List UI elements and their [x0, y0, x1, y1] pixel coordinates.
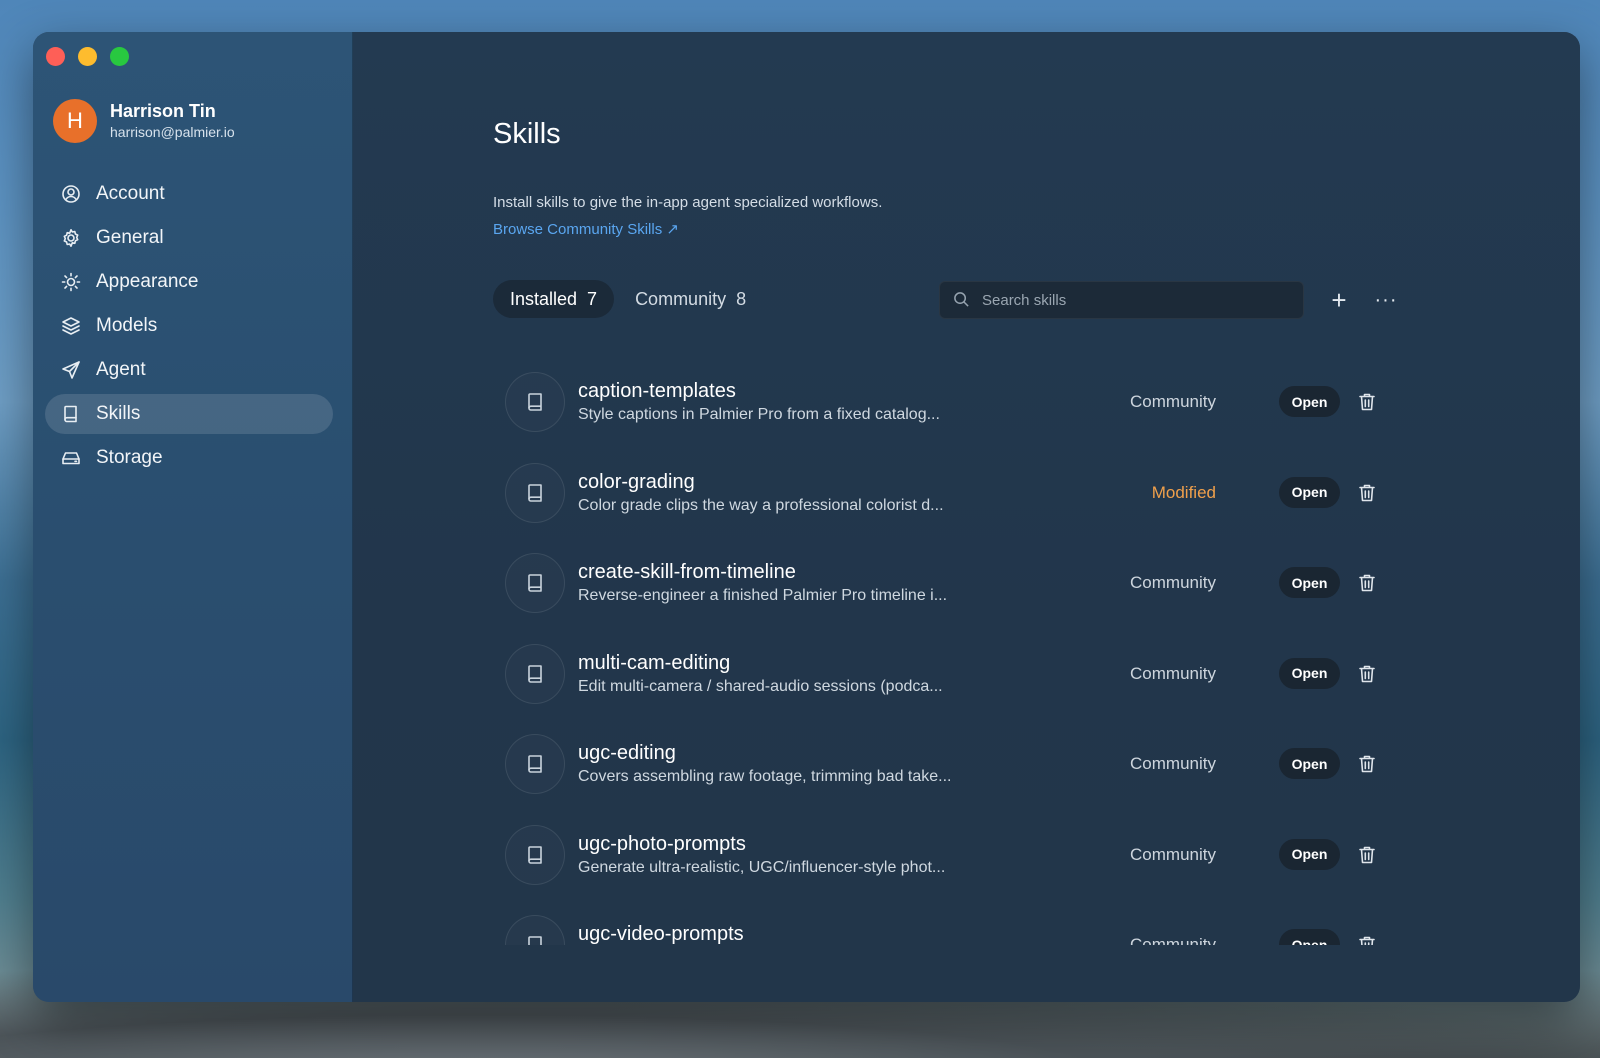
skill-name: multi-cam-editing	[578, 651, 731, 674]
account-icon	[60, 183, 82, 205]
sidebar-item-label: Models	[96, 315, 158, 336]
open-skill-button[interactable]: Open	[1279, 929, 1340, 945]
skill-row[interactable]: multi-cam-editing Edit multi-camera / sh…	[493, 634, 1403, 725]
open-skill-button[interactable]: Open	[1279, 748, 1340, 779]
skill-name: ugc-video-prompts	[578, 923, 744, 945]
trash-icon[interactable]	[1357, 844, 1377, 866]
tab-label: Installed	[510, 288, 578, 309]
skill-name: caption-templates	[578, 380, 736, 402]
sidebar-item-storage[interactable]: Storage	[45, 438, 333, 478]
search-input[interactable]	[980, 290, 1284, 310]
sidebar: H Harrison Tin harrison@palmier.io Accou…	[33, 32, 353, 1002]
sidebar-item-account[interactable]: Account	[45, 174, 333, 214]
sidebar-item-agent[interactable]: Agent	[45, 350, 333, 390]
user-name: Harrison Tin	[110, 101, 216, 121]
skill-source-badge: Community	[1130, 663, 1216, 683]
skills-tabs: Installed 7 Community 8	[493, 280, 767, 318]
trash-icon[interactable]	[1357, 482, 1377, 504]
open-skill-button[interactable]: Open	[1279, 657, 1340, 689]
skill-source-badge: Community	[1130, 754, 1216, 773]
skill-description: Covers assembling raw footage, trimming …	[578, 768, 952, 785]
tab-installed[interactable]: Installed 7	[493, 280, 615, 318]
main-panel: Skills Install skills to give the in-app…	[353, 32, 1580, 1002]
avatar: H	[53, 99, 97, 143]
skill-source-badge: Community	[1130, 844, 1216, 864]
skill-row[interactable]: create-skill-from-timeline Reverse-engin…	[493, 543, 1403, 634]
sidebar-item-models[interactable]: Models	[45, 306, 333, 346]
send-icon	[60, 359, 82, 381]
tab-count: 8	[736, 288, 747, 309]
browse-community-skills-link[interactable]: Browse Community Skills ↗	[493, 220, 679, 238]
skill-description: Style captions in Palmier Pro from a fix…	[578, 406, 940, 423]
user-email: harrison@palmier.io	[110, 124, 235, 140]
search-box	[939, 281, 1304, 319]
sidebar-item-label: Storage	[96, 447, 163, 468]
skill-description: Color grade clips the way a professional…	[578, 496, 944, 514]
book-icon	[505, 553, 565, 613]
window-controls	[46, 47, 129, 66]
gear-icon	[60, 227, 82, 249]
trash-icon[interactable]	[1357, 391, 1377, 413]
skill-name: ugc-editing	[578, 742, 676, 764]
sidebar-item-skills[interactable]: Skills	[45, 394, 333, 434]
skills-list: caption-templates Style captions in Palm…	[493, 362, 1403, 945]
profile-text: Harrison Tin harrison@palmier.io	[110, 100, 235, 142]
skill-name: ugc-photo-prompts	[578, 832, 746, 855]
skill-row[interactable]: ugc-photo-prompts Generate ultra-realist…	[493, 815, 1403, 906]
open-skill-button[interactable]: Open	[1279, 386, 1340, 417]
sidebar-item-label: Account	[96, 183, 165, 204]
book-icon	[60, 403, 82, 425]
layers-icon	[60, 315, 82, 337]
search-icon	[953, 291, 971, 309]
sidebar-item-label: General	[96, 227, 164, 248]
open-skill-button[interactable]: Open	[1279, 476, 1340, 508]
skill-description: Reverse-engineer a finished Palmier Pro …	[578, 587, 948, 604]
book-icon	[505, 372, 565, 432]
skill-description: Generate ultra-realistic, UGC/influencer…	[578, 858, 946, 876]
open-skill-button[interactable]: Open	[1279, 567, 1340, 598]
book-icon	[505, 643, 565, 704]
close-window-button[interactable]	[46, 47, 65, 66]
skill-name: create-skill-from-timeline	[578, 561, 796, 583]
sidebar-item-label: Skills	[96, 403, 141, 424]
sidebar-item-general[interactable]: General	[45, 218, 333, 258]
skill-source-badge: Community	[1130, 573, 1216, 592]
trash-icon[interactable]	[1357, 572, 1377, 594]
add-skill-button[interactable]: +	[1324, 285, 1354, 315]
skill-name: color-grading	[578, 470, 695, 493]
settings-window: H Harrison Tin harrison@palmier.io Accou…	[33, 32, 1580, 1002]
skill-description: Edit multi-camera / shared-audio session…	[578, 677, 943, 695]
sidebar-item-label: Appearance	[96, 271, 199, 292]
book-icon	[505, 734, 565, 794]
user-profile[interactable]: H Harrison Tin harrison@palmier.io	[53, 99, 235, 143]
sidebar-item-label: Agent	[96, 359, 146, 380]
skill-row[interactable]: color-grading Color grade clips the way …	[493, 453, 1403, 544]
trash-icon[interactable]	[1357, 753, 1377, 775]
book-icon	[505, 462, 565, 523]
skill-source-badge: Community	[1130, 935, 1216, 945]
sun-icon	[60, 271, 82, 293]
skill-row[interactable]: ugc-video-prompts Community Open	[493, 905, 1403, 945]
page-title: Skills	[493, 118, 561, 150]
skill-row[interactable]: ugc-editing Covers assembling raw footag…	[493, 724, 1403, 815]
tab-count: 7	[587, 288, 598, 309]
more-options-button[interactable]: ···	[1371, 285, 1401, 315]
tab-label: Community	[635, 288, 727, 309]
sidebar-item-appearance[interactable]: Appearance	[45, 262, 333, 302]
book-icon	[505, 824, 565, 885]
skill-source-badge: Community	[1130, 392, 1216, 411]
trash-icon[interactable]	[1357, 934, 1377, 945]
tab-community[interactable]: Community 8	[618, 280, 763, 318]
sidebar-nav: Account General Appearance Models Agent …	[45, 174, 333, 482]
skill-row[interactable]: caption-templates Style captions in Palm…	[493, 362, 1403, 453]
minimize-window-button[interactable]	[78, 47, 97, 66]
open-skill-button[interactable]: Open	[1279, 838, 1340, 870]
zoom-window-button[interactable]	[110, 47, 129, 66]
page-description: Install skills to give the in-app agent …	[493, 194, 883, 211]
drive-icon	[60, 447, 82, 469]
skill-source-badge: Modified	[1151, 482, 1216, 502]
trash-icon[interactable]	[1357, 663, 1377, 685]
book-icon	[505, 915, 565, 945]
